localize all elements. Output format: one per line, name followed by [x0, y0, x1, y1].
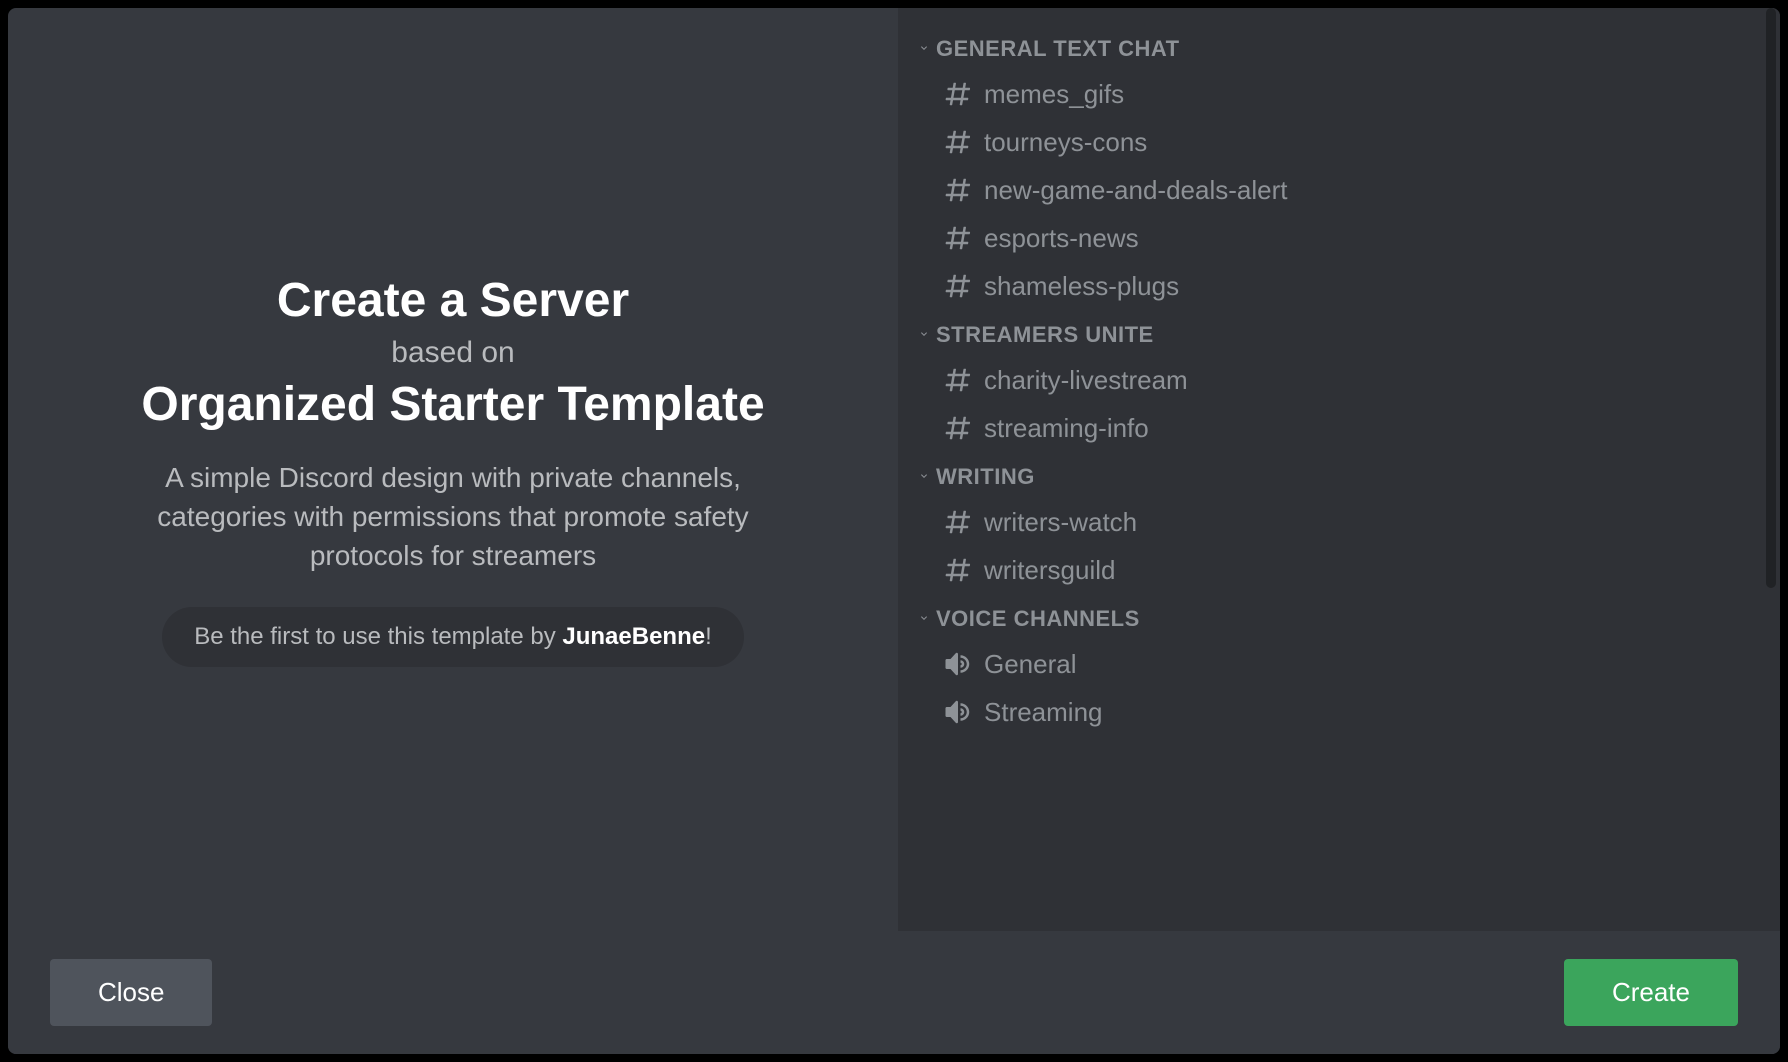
category-label: GENERAL TEXT CHAT [936, 36, 1180, 62]
category-label: WRITING [936, 464, 1035, 490]
first-use-badge: Be the first to use this template by Jun… [162, 607, 744, 667]
create-server-modal: Create a Server based on Organized Start… [8, 8, 1780, 1054]
category-label: VOICE CHANNELS [936, 606, 1140, 632]
channel-label: esports-news [984, 223, 1139, 254]
channel-tourneys-cons[interactable]: tourneys-cons [898, 118, 1780, 166]
channel-charity-livestream[interactable]: charity-livestream [898, 356, 1780, 404]
category-header-general-text-chat[interactable]: GENERAL TEXT CHAT [898, 24, 1780, 70]
speaker-icon [942, 696, 974, 728]
channel-label: tourneys-cons [984, 127, 1147, 158]
chevron-down-icon [918, 611, 930, 627]
hash-icon [942, 174, 974, 206]
template-info-panel: Create a Server based on Organized Start… [8, 8, 898, 931]
create-button[interactable]: Create [1564, 959, 1738, 1026]
scrollbar-thumb[interactable] [1766, 8, 1776, 588]
channel-new-game-and-deals-alert[interactable]: new-game-and-deals-alert [898, 166, 1780, 214]
modal-subtitle: based on [141, 333, 764, 372]
category-header-writing[interactable]: WRITING [898, 452, 1780, 498]
hash-icon [942, 222, 974, 254]
channel-label: charity-livestream [984, 365, 1188, 396]
hash-icon [942, 412, 974, 444]
hash-icon [942, 554, 974, 586]
hash-icon [942, 126, 974, 158]
template-description: A simple Discord design with private cha… [113, 458, 793, 576]
category-header-voice-channels[interactable]: VOICE CHANNELS [898, 594, 1780, 640]
channel-memes-gifs[interactable]: memes_gifs [898, 70, 1780, 118]
channel-label: Streaming [984, 697, 1103, 728]
badge-author: JunaeBenne [562, 623, 705, 650]
channel-esports-news[interactable]: esports-news [898, 214, 1780, 262]
channel-shameless-plugs[interactable]: shameless-plugs [898, 262, 1780, 310]
category-header-streamers-unite[interactable]: STREAMERS UNITE [898, 310, 1780, 356]
voice-channel-streaming[interactable]: Streaming [898, 688, 1780, 736]
channel-label: new-game-and-deals-alert [984, 175, 1287, 206]
chevron-down-icon [918, 469, 930, 485]
channel-preview-panel[interactable]: GENERAL TEXT CHAT memes_gifs tourneys-co… [898, 8, 1780, 931]
hash-icon [942, 78, 974, 110]
template-name: Organized Starter Template [141, 376, 764, 434]
hash-icon [942, 506, 974, 538]
chevron-down-icon [918, 327, 930, 343]
speaker-icon [942, 648, 974, 680]
badge-prefix: Be the first to use this template by [194, 623, 562, 650]
channel-writersguild[interactable]: writersguild [898, 546, 1780, 594]
channel-label: writersguild [984, 555, 1116, 586]
channel-label: streaming-info [984, 413, 1149, 444]
channel-writers-watch[interactable]: writers-watch [898, 498, 1780, 546]
hash-icon [942, 364, 974, 396]
modal-title: Create a Server [141, 272, 764, 330]
category-label: STREAMERS UNITE [936, 322, 1154, 348]
close-button[interactable]: Close [50, 959, 212, 1026]
hash-icon [942, 270, 974, 302]
channel-label: shameless-plugs [984, 271, 1179, 302]
title-section: Create a Server based on Organized Start… [141, 272, 764, 434]
channel-label: memes_gifs [984, 79, 1124, 110]
modal-footer: Close Create [8, 931, 1780, 1054]
channel-label: General [984, 649, 1077, 680]
chevron-down-icon [918, 41, 930, 57]
modal-body: Create a Server based on Organized Start… [8, 8, 1780, 931]
channel-streaming-info[interactable]: streaming-info [898, 404, 1780, 452]
channel-label: writers-watch [984, 507, 1137, 538]
badge-suffix: ! [705, 623, 712, 650]
voice-channel-general[interactable]: General [898, 640, 1780, 688]
